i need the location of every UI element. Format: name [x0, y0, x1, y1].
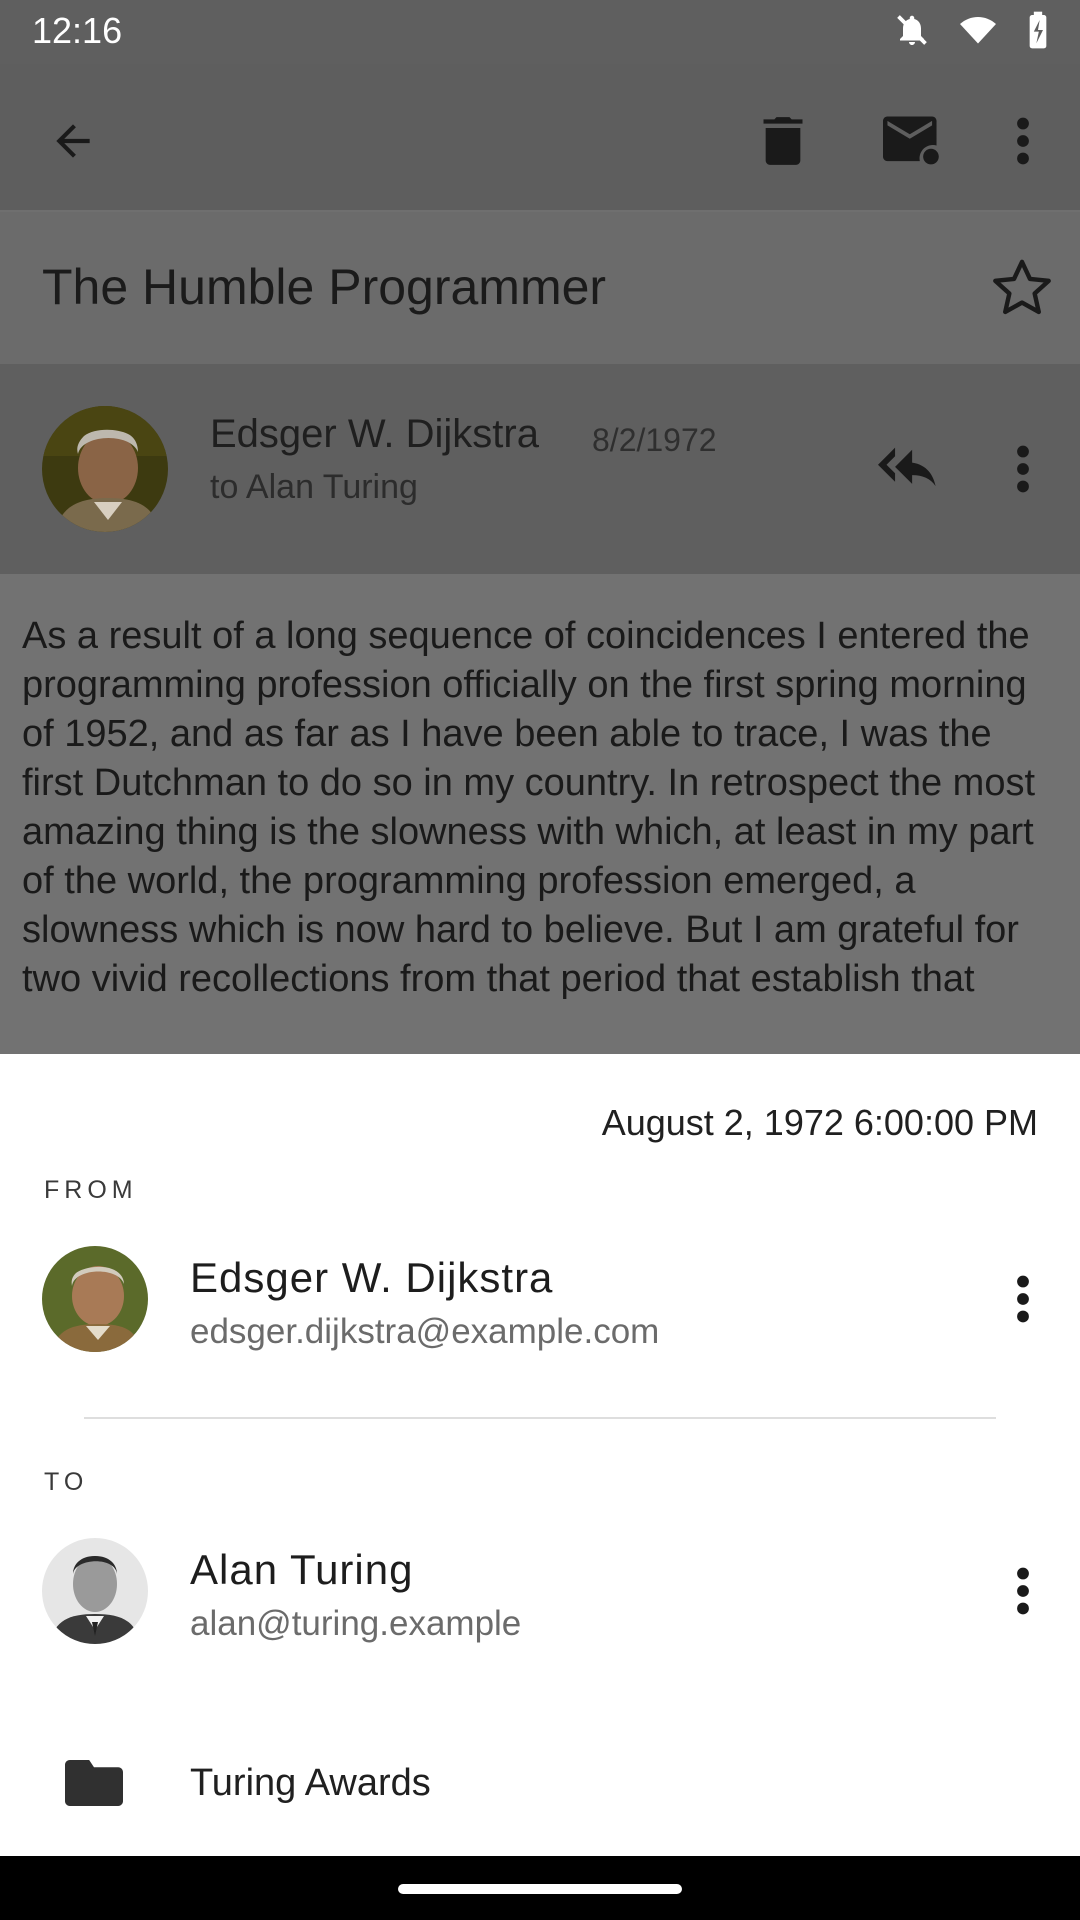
folder-label[interactable]: Turing Awards: [190, 1762, 431, 1805]
app-bar: [0, 64, 1080, 210]
recipient-summary[interactable]: to Alan Turing: [210, 468, 418, 507]
notifications-off-icon: [894, 10, 930, 55]
delete-icon[interactable]: [750, 108, 816, 174]
home-gesture-handle[interactable]: [398, 1884, 682, 1894]
battery-charging-icon: [1026, 10, 1050, 55]
to-section-label: TO: [44, 1468, 89, 1496]
to-name: Alan Turing: [190, 1546, 414, 1593]
star-icon[interactable]: [984, 250, 1060, 326]
from-email: edsger.dijkstra@example.com: [190, 1312, 660, 1351]
from-more-icon[interactable]: [990, 1266, 1056, 1332]
from-section-label: FROM: [44, 1176, 138, 1204]
sender-avatar: [42, 406, 168, 532]
reply-all-icon[interactable]: [872, 436, 948, 502]
to-more-icon[interactable]: [990, 1558, 1056, 1624]
details-bottom-sheet: [0, 1054, 1080, 1856]
to-avatar: [42, 1538, 148, 1644]
wifi-icon: [958, 12, 998, 53]
sender-name: Edsger W. Dijkstra: [210, 412, 539, 456]
email-subject: The Humble Programmer: [42, 259, 607, 315]
status-time: 12:16: [32, 10, 123, 51]
folder-icon: [62, 1756, 126, 1810]
to-email: alan@turing.example: [190, 1604, 522, 1643]
divider: [84, 1417, 996, 1419]
message-body: As a result of a long sequence of coinci…: [22, 615, 1036, 1000]
mark-unread-icon[interactable]: [876, 108, 948, 174]
from-name: Edsger W. Dijkstra: [190, 1254, 554, 1301]
from-avatar: [42, 1246, 148, 1352]
status-bar: 12:16: [0, 0, 1080, 64]
status-icons: [894, 10, 1050, 55]
message-date: 8/2/1972: [592, 422, 717, 458]
more-vert-icon[interactable]: [990, 108, 1056, 174]
message-more-icon[interactable]: [990, 436, 1056, 502]
back-arrow-icon[interactable]: [40, 108, 106, 174]
full-date: August 2, 1972 6:00:00 PM: [601, 1102, 1038, 1143]
